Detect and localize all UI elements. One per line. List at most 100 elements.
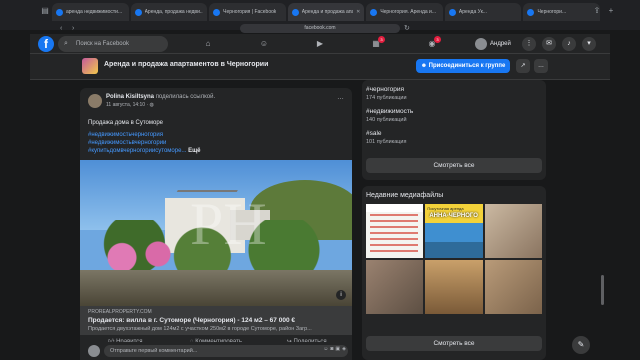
post-text: Продажа дома в Сутоморе [88,120,164,126]
watch-icon[interactable]: ▶ [300,34,340,54]
media-thumbnail[interactable] [484,204,542,258]
tab-title: Черногори... [537,9,567,15]
browser-tab[interactable]: аренда недвижимости... [52,3,129,21]
media-thumbnail[interactable] [425,260,483,314]
hashtag-count: 140 публикаций [366,117,407,123]
more-options-icon[interactable]: … [534,59,548,73]
favicon-icon [134,8,142,16]
scrollbar-thumb[interactable] [601,275,604,305]
menu-grid-icon[interactable]: ⋮ [522,37,536,51]
messenger-icon[interactable]: ✉ [542,37,556,51]
new-message-icon[interactable]: ✎ [572,336,590,354]
comment-placeholder: Отправьте первый комментарий... [110,348,198,354]
post-photo[interactable]: PH i [80,160,352,306]
share-icon[interactable]: ⇪ [590,4,604,18]
people-icon: ☻ [420,63,429,69]
home-icon[interactable]: ⌂ [188,34,228,54]
hashtag-count: 101 публикация [366,139,407,145]
bell-icon[interactable]: ♪ [562,37,576,51]
search-input[interactable]: ⌕ Поиск на Facebook [58,36,168,52]
hashtag-count: 174 публикации [366,95,407,101]
media-thumbnail[interactable] [366,260,424,314]
reload-icon[interactable]: ↻ [404,24,410,33]
post-card: Polina Kisiltsyna поделилась ссылкой. 11… [80,88,352,360]
main-nav: ⌂ ☺ ▶ ▦ 3 ◉ 3 [180,34,460,54]
media-thumbnail[interactable] [366,204,424,258]
hashtag-link[interactable]: #недвижимостьчерногория [88,131,201,139]
post-date[interactable]: 11 августа, 14:10 · ◍ [106,102,154,108]
post-action: поделилась ссылкой. [155,94,216,100]
link-domain: PROREALPROPERTY.COM [88,309,152,315]
group-title[interactable]: Аренда и продажа апартаментов в Черногор… [104,61,268,68]
author-name[interactable]: Polina Kisiltsyna [106,94,154,100]
comment-input[interactable]: Отправьте первый комментарий... [104,345,348,357]
tab-title: Аренда, продажа недви... [144,9,204,15]
sticker-icon[interactable]: ◈ [342,346,348,352]
join-label: Присоединиться к группе [428,63,506,69]
media-title: Недавние медиафайлы [366,192,444,199]
media-thumbnail[interactable] [484,260,542,314]
page-scrollbar[interactable] [600,80,605,360]
sidebar-toggle-icon[interactable]: ▤ [38,4,52,18]
hashtag-link[interactable]: #недвижимостьвчерногории [88,139,201,147]
user-name: Андрей [490,41,511,47]
favicon-icon [370,8,378,16]
browser-tab[interactable]: Черногория | Facebook [209,3,286,21]
avatar [475,38,487,50]
account-dropdown-icon[interactable]: ▾ [582,37,596,51]
tab-title: Черногория. Аренда и... [380,9,437,15]
comment-composer: Отправьте первый комментарий... ☺◙▣◈ [80,342,352,360]
group-header: Аренда и продажа апартаментов в Черногор… [30,54,610,80]
group-thumbnail[interactable] [82,58,98,74]
marketplace-icon[interactable]: ▦ 3 [356,34,396,54]
media-grid: Посуточная аренда АННА-ЧЕРНОГО [366,204,542,314]
hashtag-list: #недвижимостьчерногория #недвижимостьвче… [88,131,201,155]
browser-top-bar: ▤ аренда недвижимости... Аренда, продажа… [0,0,640,33]
media-thumbnail[interactable]: Посуточная аренда АННА-ЧЕРНОГО [425,204,483,258]
search-icon: ⌕ [64,40,68,47]
hashtag-link[interactable]: #sale [366,130,382,137]
join-group-button[interactable]: ☻ Присоединиться к группе [416,59,510,73]
favicon-icon [56,8,63,16]
close-tab-icon[interactable]: ✕ [356,9,360,15]
favicon-icon [213,8,221,16]
favicon-icon [448,8,456,16]
tab-title: аренда недвижимости... [66,9,123,15]
share-group-icon[interactable]: ↗ [516,59,530,73]
browser-tab[interactable]: Аренда Ук... [444,3,522,21]
address-row: ‹ › facebook.com ↻ [0,24,640,34]
browser-tab[interactable]: Аренда, продажа недви... [130,3,208,21]
see-more-link[interactable]: Ещё [188,148,200,154]
hashtag-link[interactable]: #недвижимость [366,108,413,115]
profile-button[interactable]: Андрей [475,37,511,51]
photo-watermark: PH [190,191,267,257]
see-all-media-button[interactable]: Смотреть все [366,336,542,351]
tab-title: Аренда Ук... [458,9,487,15]
hashtag-link[interactable]: #купитьдомвчерногориисутоморе... [88,148,186,154]
address-bar[interactable]: facebook.com [240,24,400,33]
notification-badge: 3 [434,36,441,43]
post-menu-icon[interactable]: … [337,94,344,101]
new-tab-icon[interactable]: + [604,4,618,18]
main-content: Polina Kisiltsyna поделилась ссылкой. 11… [30,80,610,360]
info-icon[interactable]: i [336,290,346,300]
author-avatar[interactable] [88,94,102,108]
browser-tab[interactable]: Черногория. Аренда и... [366,3,443,21]
browser-tab-active[interactable]: Аренда и продажа апа... ✕ [287,3,365,21]
post-author-line: Polina Kisiltsyna поделилась ссылкой. [106,94,215,100]
document-lines [370,214,418,254]
forward-icon[interactable]: › [72,24,74,33]
friends-icon[interactable]: ☺ [244,34,284,54]
facebook-logo[interactable]: f [38,36,54,52]
groups-icon[interactable]: ◉ 3 [412,34,452,54]
link-preview[interactable]: PROREALPROPERTY.COM Продается: вилла в г… [80,306,352,334]
photo-ground [80,270,352,306]
comment-tools: ☺◙▣◈ [323,346,348,352]
media-caption: АННА-ЧЕРНОГО [429,213,478,219]
notification-badge: 3 [378,36,385,43]
back-icon[interactable]: ‹ [60,24,62,33]
see-all-button[interactable]: Смотреть все [366,158,542,173]
tab-title: Черногория | Facebook [223,9,277,15]
hashtag-link[interactable]: #черногория [366,86,404,93]
browser-tab[interactable]: Черногори... [523,3,601,21]
